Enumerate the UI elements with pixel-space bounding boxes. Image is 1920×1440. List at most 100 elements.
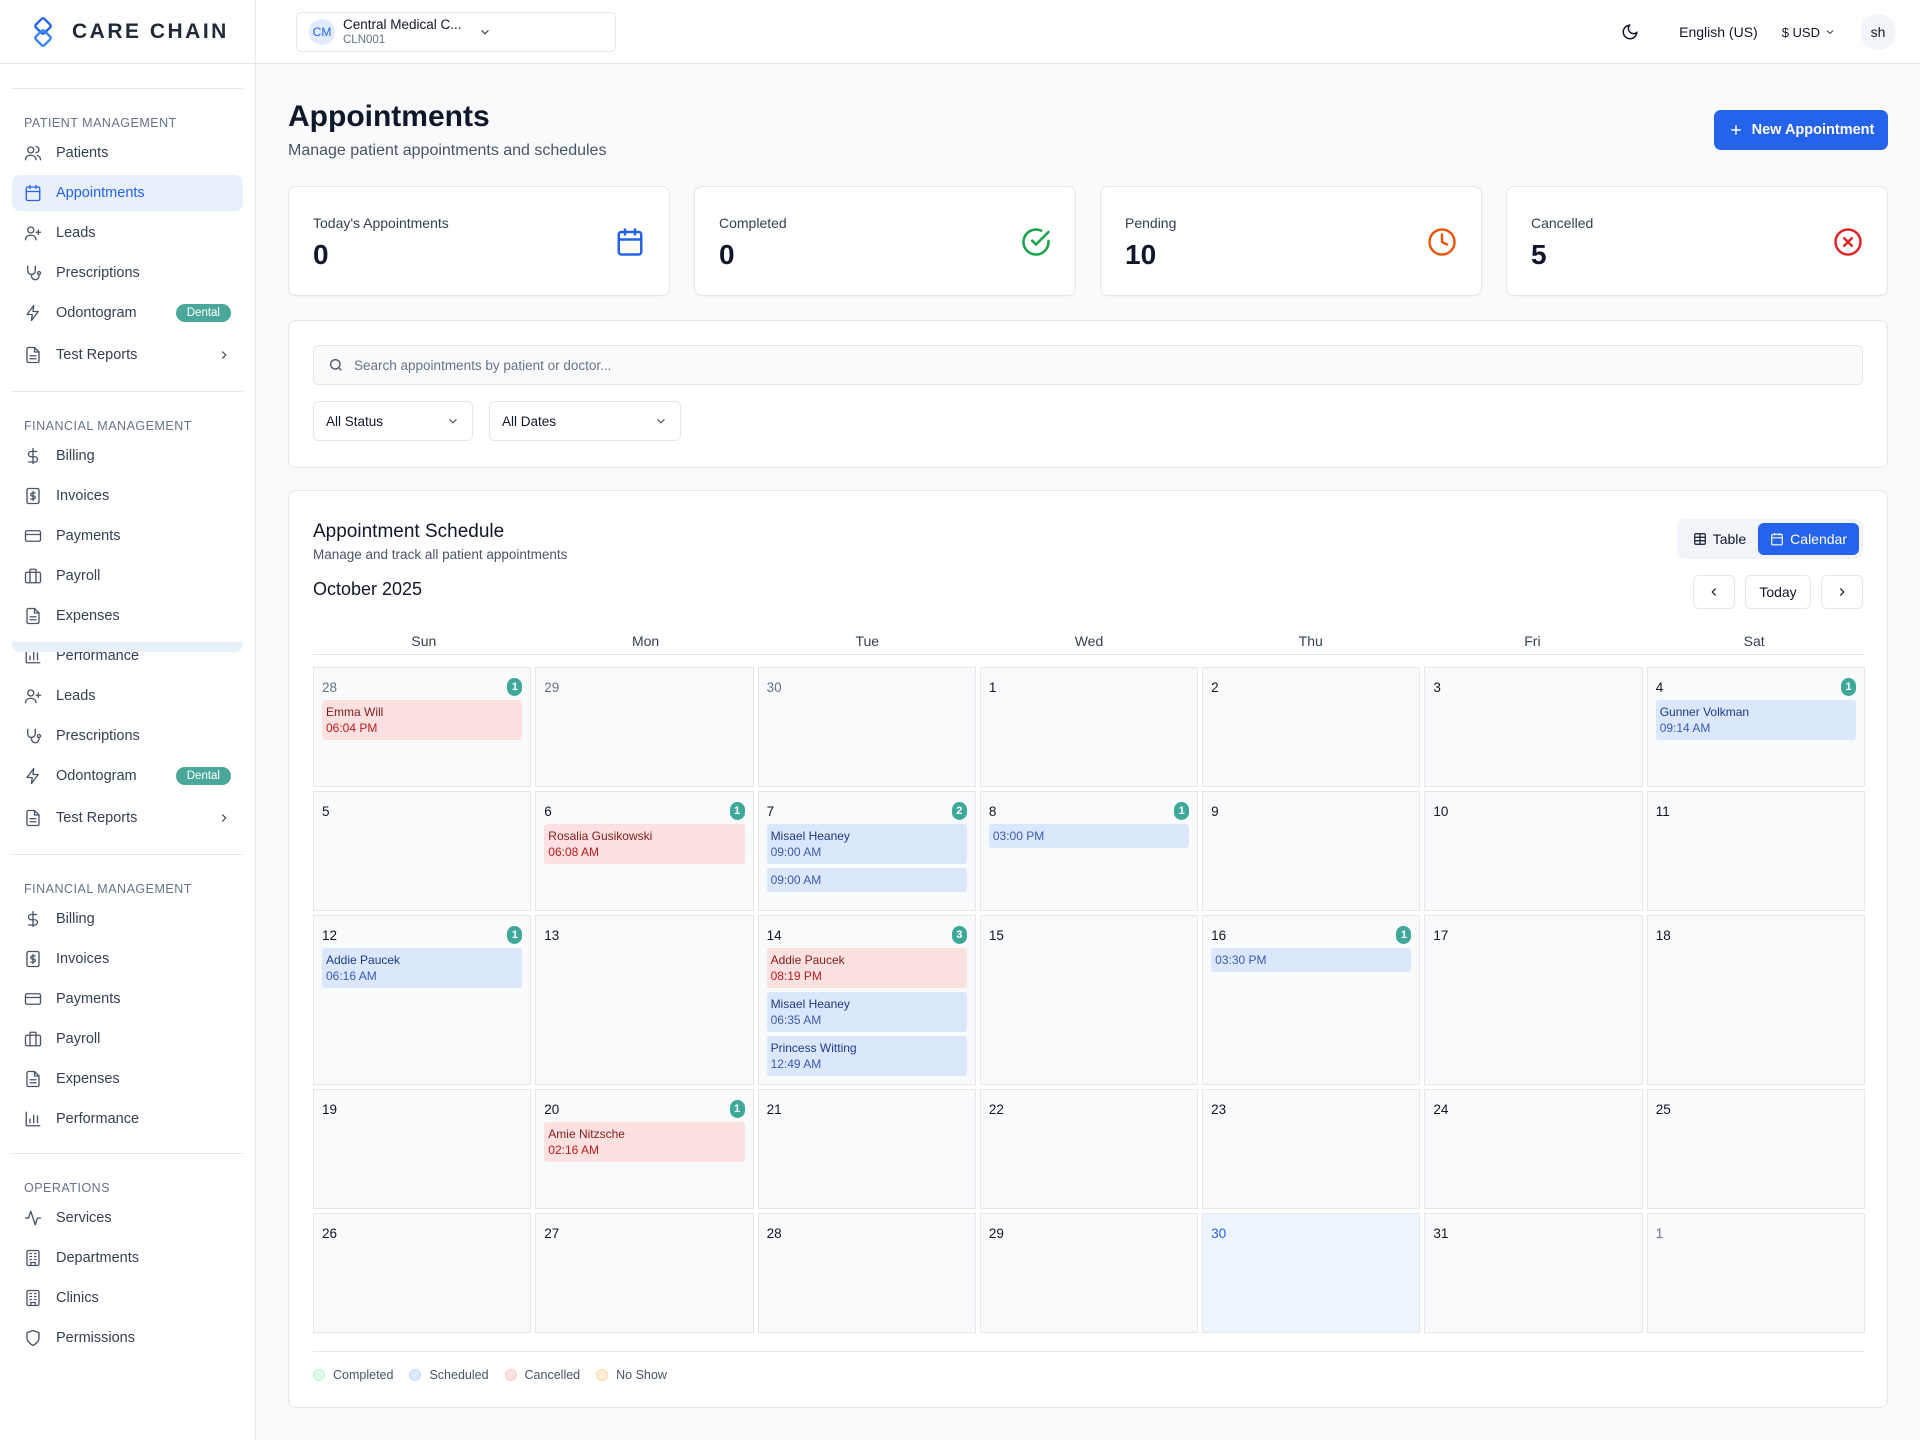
previous-month-button[interactable]: [1693, 575, 1735, 609]
x-circle-icon: [1833, 227, 1863, 257]
sidebar-item-departments[interactable]: Departments: [12, 1240, 243, 1276]
calendar-day-cell[interactable]: 2: [1202, 667, 1421, 787]
day-number: 8: [988, 804, 997, 819]
appointment-event[interactable]: 03:30 PM: [1211, 948, 1412, 972]
calendar-day-cell[interactable]: 12 1 Addie Paucek 06:16 AM: [313, 915, 532, 1085]
sidebar-item-test-reports[interactable]: Test Reports: [12, 337, 243, 373]
calendar-day-cell[interactable]: 30: [1202, 1213, 1421, 1333]
sidebar-item-clinics[interactable]: Clinics: [12, 1280, 243, 1316]
appointment-event[interactable]: 03:00 PM: [988, 824, 1190, 848]
calendar-day-cell[interactable]: 5: [313, 791, 532, 911]
calendar-day-cell[interactable]: 1: [979, 667, 1199, 787]
sidebar-item-odontogram[interactable]: Odontogram Dental: [12, 295, 243, 331]
calendar-day-cell[interactable]: 6 1 Rosalia Gusikowski 06:08 AM: [535, 791, 754, 911]
appointment-count-badge: 1: [1396, 926, 1412, 944]
sidebar-item-odontogram[interactable]: Odontogram Dental: [12, 758, 243, 794]
sidebar-item-prescriptions[interactable]: Prescriptions: [12, 255, 243, 291]
sidebar-item-billing[interactable]: Billing: [12, 901, 243, 937]
search-input[interactable]: [354, 357, 1054, 373]
sidebar-item-prescriptions[interactable]: Prescriptions: [12, 718, 243, 754]
appointment-event[interactable]: Princess Witting 12:49 AM: [766, 1036, 967, 1076]
status-filter-select[interactable]: All Status: [313, 401, 473, 441]
calendar-view-button[interactable]: Calendar: [1758, 523, 1859, 555]
day-number: 21: [766, 1102, 782, 1117]
sidebar-item-permissions[interactable]: Permissions: [12, 1320, 243, 1356]
weekday-sat: Sat: [1743, 633, 1765, 649]
appointment-event[interactable]: Addie Paucek 06:16 AM: [322, 948, 523, 988]
date-filter-value: All Dates: [502, 413, 557, 429]
calendar-day-cell[interactable]: 15: [979, 915, 1199, 1085]
sidebar-item-leads[interactable]: Leads: [12, 678, 243, 714]
appointment-event[interactable]: Rosalia Gusikowski 06:08 AM: [544, 824, 745, 864]
appointment-event[interactable]: 09:00 AM: [766, 868, 967, 892]
calendar-day-cell[interactable]: 20 1 Amie Nitzsche 02:16 AM: [535, 1089, 754, 1209]
calendar-day-cell[interactable]: 9: [1202, 791, 1421, 911]
calendar-day-cell[interactable]: 30: [757, 667, 976, 787]
appointment-event[interactable]: Misael Heaney 09:00 AM: [766, 824, 967, 864]
sidebar-item-label: Payments: [56, 528, 121, 544]
calendar-day-cell[interactable]: 31: [1424, 1213, 1643, 1333]
language-selector[interactable]: English (US): [1679, 24, 1758, 40]
calendar-day-cell[interactable]: 21: [757, 1089, 976, 1209]
user-avatar[interactable]: sh: [1860, 14, 1896, 50]
sidebar-item-invoices[interactable]: Invoices: [12, 941, 243, 977]
calendar-day-cell[interactable]: 26: [313, 1213, 532, 1333]
sidebar-item-payments[interactable]: Payments: [12, 518, 243, 554]
table-view-button[interactable]: Table: [1681, 523, 1758, 555]
calendar-day-cell[interactable]: 19: [313, 1089, 532, 1209]
day-number: 4: [1655, 680, 1664, 695]
calendar-day-cell[interactable]: 29: [535, 667, 754, 787]
next-month-button[interactable]: [1821, 575, 1863, 609]
sidebar-item-test-reports[interactable]: Test Reports: [12, 800, 243, 836]
calendar-day-cell[interactable]: 29: [979, 1213, 1199, 1333]
calendar-day-cell[interactable]: 28: [757, 1213, 976, 1333]
logo[interactable]: CARE CHAIN: [0, 0, 255, 64]
new-appointment-button[interactable]: New Appointment: [1714, 110, 1888, 150]
stat-card-cancelled: Cancelled 5: [1506, 186, 1888, 296]
currency-selector[interactable]: $ USD: [1782, 25, 1836, 40]
sidebar-item-invoices[interactable]: Invoices: [12, 478, 243, 514]
sidebar-item-patients[interactable]: Patients: [12, 135, 243, 171]
appointment-event[interactable]: Addie Paucek 08:19 PM: [766, 948, 967, 988]
theme-toggle-moon-icon[interactable]: [1621, 23, 1639, 41]
clinic-selector[interactable]: CM Central Medical C... CLN001: [296, 12, 616, 52]
calendar-day-cell[interactable]: 22: [979, 1089, 1199, 1209]
calendar-day-cell[interactable]: 8 1 03:00 PM: [979, 791, 1199, 911]
appointment-event[interactable]: Amie Nitzsche 02:16 AM: [544, 1122, 745, 1162]
sidebar-item-payroll[interactable]: Payroll: [12, 558, 243, 594]
calendar-day-cell[interactable]: 11: [1646, 791, 1865, 911]
calendar-day-cell[interactable]: 3: [1424, 667, 1643, 787]
date-filter-select[interactable]: All Dates: [489, 401, 681, 441]
calendar-day-cell[interactable]: 1: [1646, 1213, 1865, 1333]
sidebar-item-leads[interactable]: Leads: [12, 215, 243, 251]
sidebar-item-services[interactable]: Services: [12, 1200, 243, 1236]
sidebar-item-label: Odontogram: [56, 768, 137, 784]
sidebar-item-performance[interactable]: Performance: [12, 1101, 243, 1137]
appointment-event[interactable]: Misael Heaney 06:35 AM: [766, 992, 967, 1032]
calendar-day-cell[interactable]: 18: [1646, 915, 1865, 1085]
calendar-day-cell[interactable]: 28 1 Emma Will 06:04 PM: [313, 667, 532, 787]
calendar-day-cell[interactable]: 4 1 Gunner Volkman 09:14 AM: [1646, 667, 1865, 787]
appointment-event[interactable]: Gunner Volkman 09:14 AM: [1655, 700, 1856, 740]
calendar-day-cell[interactable]: 10: [1424, 791, 1643, 911]
calendar-day-cell[interactable]: 27: [535, 1213, 754, 1333]
calendar-day-cell[interactable]: 13: [535, 915, 754, 1085]
calendar-day-cell[interactable]: 23: [1202, 1089, 1421, 1209]
calendar-day-cell[interactable]: 16 1 03:30 PM: [1202, 915, 1421, 1085]
sidebar-item-billing[interactable]: Billing: [12, 438, 243, 474]
sidebar-item-expenses[interactable]: Expenses: [12, 1061, 243, 1097]
table-view-label: Table: [1712, 531, 1747, 547]
sidebar-item-payments[interactable]: Payments: [12, 981, 243, 1017]
appointment-event[interactable]: Emma Will 06:04 PM: [322, 700, 523, 740]
today-button[interactable]: Today: [1745, 575, 1811, 609]
day-number: 1: [988, 680, 997, 695]
calendar-day-cell[interactable]: 7 2 Misael Heaney 09:00 AM 09:00 AM: [757, 791, 976, 911]
search-box[interactable]: [313, 345, 1863, 385]
calendar-day-cell[interactable]: 17: [1424, 915, 1643, 1085]
calendar-day-cell[interactable]: 14 3 Addie Paucek 08:19 PM Misael Heaney 06:3…: [757, 915, 976, 1085]
calendar-day-cell[interactable]: 24: [1424, 1089, 1643, 1209]
sidebar-item-expenses[interactable]: Expenses: [12, 598, 243, 634]
sidebar-item-payroll[interactable]: Payroll: [12, 1021, 243, 1057]
sidebar-item-appointments[interactable]: Appointments: [12, 175, 243, 211]
calendar-day-cell[interactable]: 25: [1646, 1089, 1865, 1209]
